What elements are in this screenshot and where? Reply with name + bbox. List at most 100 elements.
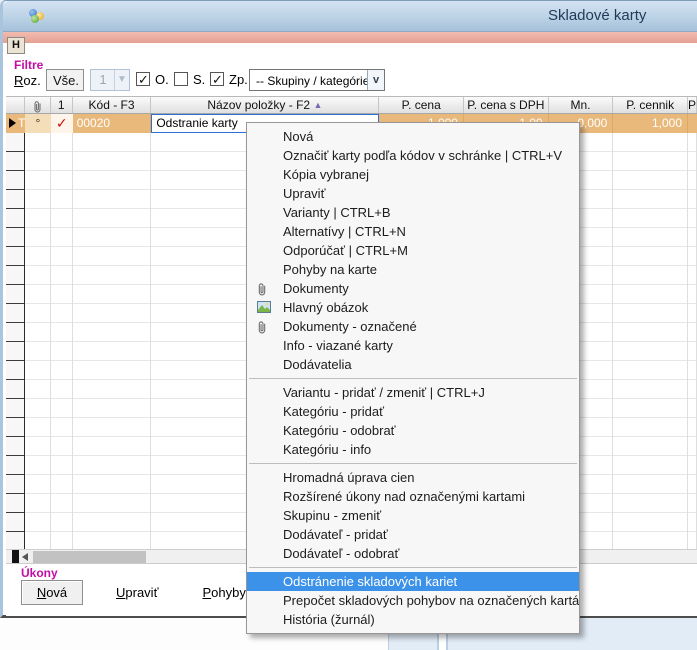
menu-item-gutter (253, 222, 279, 241)
code-cell: 00020 (73, 114, 152, 133)
group-category-select[interactable]: -- Skupiny / kategórie -- v (249, 69, 385, 91)
menu-item-label: Upraviť (283, 186, 325, 201)
context-menu-item[interactable]: Dodávateľ - pridať (247, 525, 579, 544)
chevron-down-icon[interactable]: v (367, 70, 384, 90)
column-header[interactable]: P ▲ (688, 97, 697, 113)
filters-group-label: Filtre (14, 58, 43, 72)
sort-asc-icon: ▲ (313, 100, 322, 110)
context-menu-item[interactable]: Variantu - pridať / zmeniť | CTRL+J (247, 383, 579, 402)
menu-item-label: História (žurnál) (283, 612, 375, 627)
roz-link[interactable]: Roz. (14, 73, 41, 88)
context-menu-item[interactable]: Kategóriu - pridať (247, 402, 579, 421)
menu-item-gutter (253, 468, 279, 487)
context-menu-item[interactable]: História (žurnál) (247, 610, 579, 629)
checkbox-box[interactable]: ✓ (136, 72, 150, 86)
menu-item-label: Variantu - pridať / zmeniť | CTRL+J (283, 385, 485, 400)
grid-column-lane (73, 133, 152, 549)
title-bar[interactable]: Skladové karty (3, 1, 697, 32)
action-button[interactable]: Nová (21, 580, 83, 605)
chevron-down-icon[interactable]: ▼ (114, 70, 129, 90)
p-cut-cell (688, 114, 697, 133)
column-header[interactable]: P. cena ▲ (379, 97, 464, 113)
menu-item-label: Dodávateľ - odobrať (283, 546, 399, 561)
menu-item-gutter (253, 165, 279, 184)
context-menu-item[interactable]: Dokumenty - označené (247, 317, 579, 336)
window-title: Skladové karty (548, 7, 646, 24)
row-indicator-cell: T (6, 114, 25, 133)
actions-group-label: Úkony (21, 566, 58, 580)
menu-item-gutter (253, 146, 279, 165)
context-menu-item[interactable]: Odstránenie skladových kariet (247, 572, 579, 591)
check-icon: ✓ (212, 73, 223, 87)
checkbox-label: O. (155, 72, 169, 87)
context-menu-item[interactable]: Kategóriu - odobrať (247, 421, 579, 440)
context-menu-item[interactable]: Kategóriu - info (247, 440, 579, 459)
filters-group: Filtre Roz. Vše. 1 ▼ ✓ O. S. (6, 56, 697, 94)
context-menu-item[interactable]: Hlavný obázok (247, 298, 579, 317)
image-icon (257, 301, 271, 313)
context-menu-item[interactable] (247, 374, 579, 383)
context-menu-item[interactable]: Pohyby na karte (247, 260, 579, 279)
context-menu-item[interactable]: Odporúčať | CTRL+M (247, 241, 579, 260)
menu-item-gutter (253, 421, 279, 440)
context-menu-item[interactable]: Upraviť (247, 184, 579, 203)
menu-item-gutter (253, 402, 279, 421)
menu-item-gutter (253, 506, 279, 525)
context-menu-item[interactable] (247, 563, 579, 572)
column-header[interactable]: Mn. ▲ (549, 97, 614, 113)
menu-item-gutter (253, 260, 279, 279)
context-menu-item[interactable]: Označiť karty podľa kódov v schránke | C… (247, 146, 579, 165)
menu-item-label: Skupinu - zmeniť (283, 508, 381, 523)
checkbox-label: Zp. (229, 72, 248, 87)
menu-item-gutter (253, 279, 279, 298)
context-menu-item[interactable]: Prepočet skladových pohybov na označenýc… (247, 591, 579, 610)
menu-item-label: Kópia vybranej (283, 167, 369, 182)
h-button[interactable]: H (7, 37, 25, 54)
menu-item-label: Nová (283, 129, 313, 144)
count-select[interactable]: 1 ▼ (90, 69, 130, 91)
vse-button[interactable]: Vše. (46, 69, 84, 91)
menu-item-gutter (253, 336, 279, 355)
checkbox-box[interactable] (174, 72, 188, 86)
menu-item-label: Pohyby na karte (283, 262, 377, 277)
menu-item-label: Info - viazané karty (283, 338, 393, 353)
context-menu-item[interactable]: Varianty | CTRL+B (247, 203, 579, 222)
menu-item-gutter (253, 525, 279, 544)
context-menu-item[interactable]: Rozšírené úkony nad označenými kartami (247, 487, 579, 506)
menu-item-label: Dokumenty (283, 281, 349, 296)
scroll-left-icon[interactable] (22, 553, 28, 561)
column-header[interactable]: Kód - F3 ▲ (73, 97, 152, 113)
menu-item-label: Alternatívy | CTRL+N (283, 224, 406, 239)
menu-item-label: Kategóriu - odobrať (283, 423, 396, 438)
context-menu-item[interactable]: Nová (247, 127, 579, 146)
column-header[interactable]: P. cena s DPH ▲ (464, 97, 549, 113)
menu-item-label: Dodávatelia (283, 357, 352, 372)
context-menu: Nová Označiť karty podľa kódov v schránk… (246, 122, 580, 634)
action-button[interactable]: Upraviť (105, 580, 169, 605)
menu-item-gutter (253, 383, 279, 402)
checkbox-box[interactable]: ✓ (210, 72, 224, 86)
menu-item-label: Odstránenie skladových kariet (283, 574, 457, 589)
context-menu-item[interactable] (247, 459, 579, 468)
column-header[interactable]: ▲ (25, 97, 51, 113)
column-header-label: Názov položky - F2 (207, 98, 310, 112)
context-menu-item[interactable]: Info - viazané karty (247, 336, 579, 355)
context-menu-item[interactable]: Hromadná úprava cien (247, 468, 579, 487)
context-menu-item[interactable]: Alternatívy | CTRL+N (247, 222, 579, 241)
paperclip-icon (33, 100, 42, 113)
menu-item-label: Kategóriu - info (283, 442, 371, 457)
context-menu-item[interactable]: Dodávateľ - odobrať (247, 544, 579, 563)
flag-cell: ✓ (51, 114, 73, 133)
menu-item-label: Varianty | CTRL+B (283, 205, 391, 220)
context-menu-item[interactable]: Dodávatelia (247, 355, 579, 374)
context-menu-item[interactable]: Skupinu - zmeniť (247, 506, 579, 525)
context-menu-item[interactable]: Dokumenty (247, 279, 579, 298)
menu-item-label: Hromadná úprava cien (283, 470, 415, 485)
column-header[interactable]: ▲ (6, 97, 25, 113)
column-header[interactable]: Názov položky - F2 ▲ (151, 97, 379, 113)
column-header[interactable]: P. cennik ▲ (613, 97, 688, 113)
context-menu-item[interactable]: Kópia vybranej (247, 165, 579, 184)
menu-item-gutter (253, 610, 279, 629)
column-header[interactable]: 1 ▲ (51, 97, 73, 113)
scrollbar-thumb[interactable] (33, 551, 146, 563)
